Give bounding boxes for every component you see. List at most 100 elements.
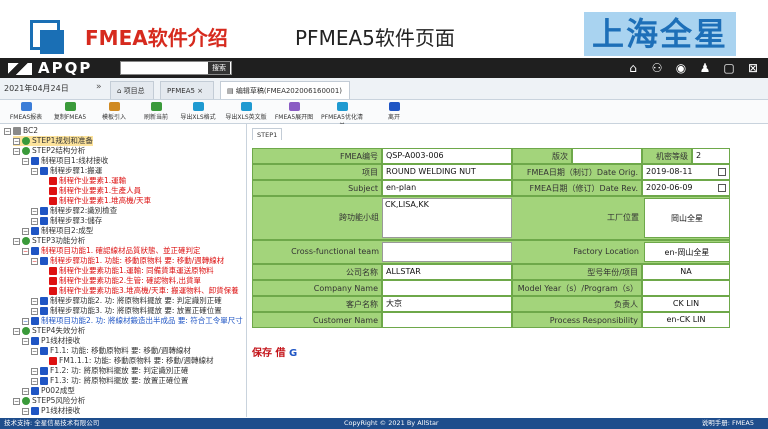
expand-toggle-icon[interactable]: − — [31, 297, 38, 305]
expand-toggle-icon[interactable] — [40, 268, 47, 275]
expand-toggle-icon[interactable]: − — [4, 127, 11, 135]
customer-en-field[interactable] — [382, 312, 512, 328]
subject-field[interactable]: en-plan — [382, 180, 512, 196]
model-en-field[interactable] — [642, 280, 730, 296]
tree-node[interactable]: − 制程项目功能2. 功: 將線材鍛造出半成品 要: 符合工令單尺寸 — [22, 316, 243, 326]
users-icon[interactable]: ⚇ — [650, 60, 664, 76]
expand-toggle-icon[interactable]: − — [13, 137, 20, 145]
expand-toggle-icon[interactable] — [40, 178, 47, 185]
version-field[interactable] — [572, 148, 642, 164]
secrecy-field[interactable]: 2 — [692, 148, 730, 164]
expand-toggle-icon[interactable]: − — [13, 327, 20, 335]
tree-node[interactable]: − STEP1规划和准备 — [13, 136, 93, 146]
tree-node[interactable]: − 制程步骤1:搬運 — [31, 166, 102, 176]
tree-node[interactable]: − STEP4失效分析 — [13, 326, 85, 336]
tree-node[interactable]: − P002成型 — [22, 386, 75, 396]
tree-node[interactable]: − 制程步骤功能1. 功能: 移動原物料 要: 移動/週轉線材 — [31, 256, 224, 266]
tree-node[interactable]: − F1.3: 功: 將原物料擺放 要: 放置正確位置 — [31, 376, 188, 386]
footer-manual-link[interactable]: 说明手册: FMEA5 — [702, 418, 754, 429]
expand-toggle-icon[interactable]: − — [31, 367, 38, 375]
tab-project-overview[interactable]: ⌂ 项目总览 — [110, 81, 154, 113]
model-field[interactable]: NA — [642, 264, 730, 280]
tree-node[interactable]: − BC2 — [4, 126, 38, 136]
expand-toggle-icon[interactable]: − — [31, 257, 38, 265]
expand-toggle-icon[interactable]: − — [22, 407, 29, 415]
toolbar-button-8[interactable]: 离开 — [372, 102, 416, 121]
cross-team-en-field[interactable] — [382, 242, 512, 262]
tree-node[interactable]: 制程作业要素1.生產人員 — [40, 186, 141, 196]
rev-date-field[interactable]: 2020-06-09 — [642, 180, 730, 196]
expand-toggle-icon[interactable]: − — [13, 147, 20, 155]
tree-node[interactable]: 制程作业要素1.堆高機/天車 — [40, 196, 151, 206]
expand-toggle-icon[interactable]: − — [22, 387, 29, 395]
user-icon[interactable]: ♟ — [698, 60, 712, 76]
toolbar-button-2[interactable]: 模板引入 — [92, 102, 136, 121]
tree-node[interactable]: − 制程项目2:成型 — [22, 226, 93, 236]
tree-node[interactable]: − 制程步骤3:儲存 — [31, 216, 102, 226]
factory-cn-field[interactable]: 岡山全星 — [644, 198, 730, 238]
toolbar-button-5[interactable]: 导出XLS英文版 — [224, 102, 268, 121]
tree-node[interactable]: 制程作业要素功能2.生管: 確認物料,出貨單 — [40, 276, 201, 286]
company-field[interactable]: ALLSTAR — [382, 264, 512, 280]
expand-toggle-icon[interactable]: − — [13, 237, 20, 245]
toolbar-button-4[interactable]: 导出XLS格式 — [176, 102, 220, 121]
expand-toggle-icon[interactable] — [40, 198, 47, 205]
expand-toggle-icon[interactable]: − — [13, 397, 20, 405]
factory-en-field[interactable]: en-岡山全星 — [644, 242, 730, 262]
toolbar-button-3[interactable]: 刷新当前 — [134, 102, 178, 121]
fmea-no-field[interactable]: QSP-A003-006 — [382, 148, 512, 164]
toolbar-button-0[interactable]: FMEAS报表 — [4, 102, 48, 121]
expand-toggle-icon[interactable] — [40, 278, 47, 285]
tab-step1[interactable]: STEP1 — [252, 128, 283, 140]
owner-en-field[interactable]: en-CK LIN — [642, 312, 730, 328]
orig-date-field[interactable]: 2019-08-11 — [642, 164, 730, 180]
tree-node[interactable]: − STEP5风险分析 — [13, 396, 85, 406]
tab-edit-draft[interactable]: ▤ 编辑草稿(FMEA202006160001) × — [220, 81, 350, 113]
toolbar-button-6[interactable]: FMEA5展开图 — [272, 102, 316, 121]
tree-node[interactable]: − P1线材接收 — [22, 406, 80, 416]
tree-node[interactable]: − 制程步骤2:識別檢查 — [31, 206, 117, 216]
tree-node[interactable]: 制程作业要素功能1.運輸: 同備貨車運送原物料 — [40, 266, 214, 276]
expand-toggle-icon[interactable]: − — [22, 317, 29, 325]
close-icon[interactable]: ⊠ — [746, 60, 760, 76]
home-icon[interactable]: ⌂ — [626, 60, 640, 76]
tree-node[interactable]: − P1线材接收 — [22, 336, 80, 346]
customer-field[interactable]: 大京 — [382, 296, 512, 312]
tree-node[interactable]: 制程作业要素功能3.堆高機/天車: 搬運物料、卸貨保養 — [40, 286, 239, 296]
expand-toggle-icon[interactable]: − — [22, 247, 29, 255]
tree-node[interactable]: − STEP3功能分析 — [13, 236, 85, 246]
calendar-icon[interactable] — [718, 184, 726, 192]
expand-toggle-icon[interactable]: − — [31, 307, 38, 315]
compass-icon[interactable]: ◉ — [674, 60, 688, 76]
tree-node[interactable]: − 制程步骤功能2. 功: 將原物料擺放 要: 判定識別正確 — [31, 296, 222, 306]
tree-node[interactable]: − 制程项目功能1. 確認線材品質狀態、並正確判定 — [22, 246, 201, 256]
tree-node[interactable]: − F1.2: 功: 將原物料擺放 要: 判定識別正確 — [31, 366, 188, 376]
expand-toggle-icon[interactable]: − — [22, 157, 29, 165]
app-name[interactable]: APQP — [8, 59, 92, 77]
company-en-field[interactable] — [382, 280, 512, 296]
tree-node[interactable]: 制程作业要素1.運輸 — [40, 176, 126, 186]
expand-toggle-icon[interactable] — [40, 288, 47, 295]
window-icon[interactable]: ▢ — [722, 60, 736, 76]
expand-toggle-icon[interactable]: − — [31, 207, 38, 215]
expand-toggle-icon[interactable] — [40, 188, 47, 195]
owner-cn-field[interactable]: CK LIN — [642, 296, 730, 312]
item-field[interactable]: ROUND WELDING NUT — [382, 164, 512, 180]
calendar-icon[interactable] — [718, 168, 726, 176]
tree-node[interactable]: FM1.1.1: 功能: 移動原物料 要: 移動/週轉線材 — [40, 356, 214, 366]
tab-pfmea5[interactable]: PFMEA5 × — [160, 81, 214, 99]
expand-toggle-icon[interactable] — [40, 358, 47, 365]
expand-toggle-icon[interactable]: − — [31, 167, 38, 175]
double-chevron-icon[interactable]: » — [96, 82, 102, 92]
tree-node[interactable]: − 制程项目1:线材接收 — [22, 156, 108, 166]
toolbar-button-1[interactable]: 复制FMEA5 — [48, 102, 92, 121]
expand-toggle-icon[interactable]: − — [31, 217, 38, 225]
search-button[interactable]: 搜索 — [208, 62, 230, 74]
expand-toggle-icon[interactable]: − — [22, 337, 29, 345]
expand-toggle-icon[interactable]: − — [22, 227, 29, 235]
expand-toggle-icon[interactable]: − — [31, 377, 38, 385]
save-button[interactable]: 保存 借 G — [252, 344, 297, 359]
tree-node[interactable]: − F1.1: 功能: 移動原物料 要: 移動/週轉線材 — [31, 346, 191, 356]
tree-node[interactable]: − STEP2结构分析 — [13, 146, 85, 156]
cross-team-field[interactable]: CK,LISA,KK — [382, 198, 512, 238]
